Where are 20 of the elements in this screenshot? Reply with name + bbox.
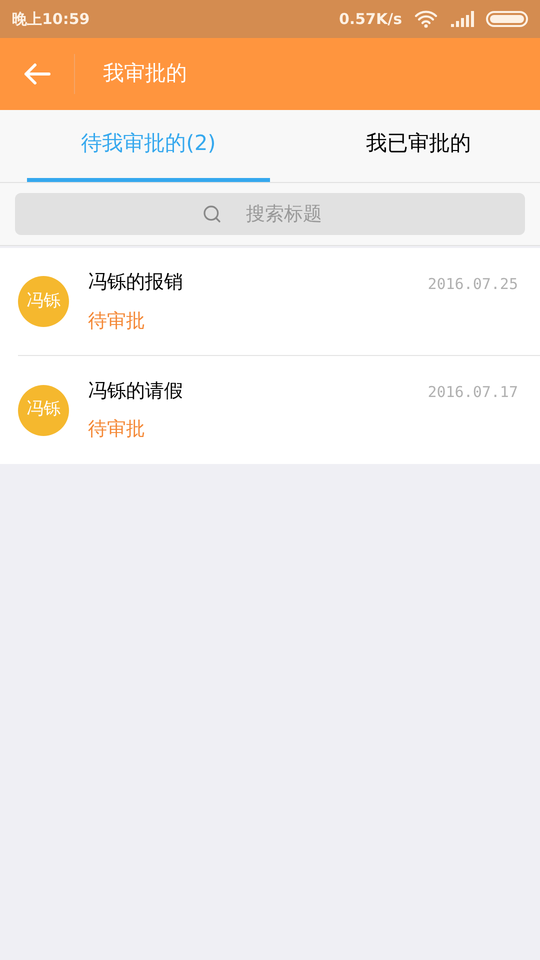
signal-icon — [450, 11, 474, 27]
tab[interactable]: 我已审批的 — [297, 110, 540, 182]
network-speed: 0.57K/s — [338, 8, 402, 30]
item-status: 待审批 — [88, 308, 146, 334]
item-title: 冯铄的请假 — [88, 378, 184, 404]
approval-item[interactable]: 冯铄 冯铄的请假 待审批 2016.07.17 — [18, 356, 540, 464]
back-icon — [23, 62, 51, 86]
avatar: 冯铄 — [18, 384, 69, 436]
item-title: 冯铄的报销 — [88, 270, 184, 295]
wifi-icon — [414, 10, 438, 28]
search-field[interactable]: 搜索标题 — [15, 193, 525, 235]
page-title: 我审批的 — [103, 60, 187, 88]
battery-icon — [486, 11, 528, 27]
approval-item[interactable]: 冯铄 冯铄的报销 待审批 2016.07.25 — [18, 248, 540, 356]
status-time: 晚上10:59 — [12, 8, 90, 30]
search-icon — [202, 204, 222, 224]
item-date: 2016.07.17 — [428, 382, 518, 403]
item-date: 2016.07.25 — [428, 274, 518, 295]
avatar: 冯铄 — [18, 276, 69, 327]
item-status: 待审批 — [88, 417, 146, 442]
